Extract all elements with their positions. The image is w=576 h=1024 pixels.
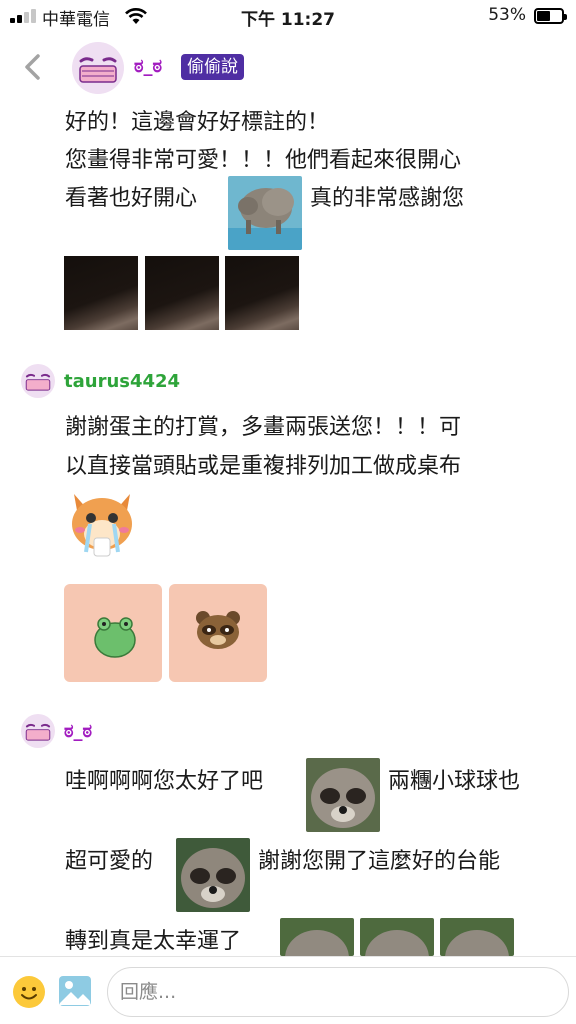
battery-percent: 53% (488, 5, 526, 25)
crying-fox-sticker[interactable] (64, 486, 140, 558)
message-text: 謝謝蛋主的打賞，多畫兩張送您！！！可 (65, 415, 462, 440)
image-icon[interactable] (58, 975, 92, 1007)
message-text: 哇啊啊啊您太好了吧 (65, 769, 264, 794)
reply-input[interactable] (107, 967, 569, 1017)
status-bar: 中華電信 下午 11:27 53% (0, 0, 576, 32)
message-text: 您畫得非常可愛！！！他們看起來很開心 (65, 148, 462, 173)
raccoon-face-emoji[interactable] (280, 918, 354, 956)
photo-thumbnail[interactable] (64, 256, 138, 330)
message-text: 超可愛的 (65, 849, 154, 874)
message-text: 看著也好開心 (65, 186, 198, 211)
raccoon-face-emoji[interactable] (360, 918, 434, 956)
photo-thumbnail[interactable] (145, 256, 219, 330)
message-text: 謝謝您開了這麼好的台能 (258, 849, 501, 874)
avatar[interactable] (21, 714, 55, 748)
raccoon-face-emoji[interactable] (306, 758, 380, 832)
message-text: 真的非常感謝您 (310, 186, 465, 211)
message-text: 兩糰小球球也 (388, 769, 521, 794)
message-text: 以直接當頭貼或是重複排列加工做成桌布 (65, 454, 462, 479)
reply-bar (0, 956, 576, 1024)
avatar[interactable] (21, 364, 55, 398)
header-username[interactable]: ಠ_ಠ (134, 56, 162, 77)
frog-drawing[interactable] (64, 584, 162, 682)
raccoon-face-emoji[interactable] (176, 838, 250, 912)
comment-username[interactable]: ಠ_ಠ (64, 721, 92, 742)
message-text: 好的！這邊會好好標註的！ (65, 110, 330, 135)
tanuki-drawing[interactable] (169, 584, 267, 682)
back-icon[interactable] (18, 50, 48, 84)
photo-thumbnail[interactable] (225, 256, 299, 330)
message-text: 轉到真是太幸運了 (65, 929, 242, 954)
battery-icon (534, 8, 567, 24)
emoji-icon[interactable] (12, 975, 46, 1009)
raccoon-face-emoji[interactable] (440, 918, 514, 956)
avatar[interactable] (72, 42, 124, 94)
raccoon-dog-photo[interactable] (228, 176, 302, 250)
anonymous-badge: 偷偷說 (181, 54, 244, 80)
comment-username[interactable]: taurus4424 (64, 371, 180, 392)
